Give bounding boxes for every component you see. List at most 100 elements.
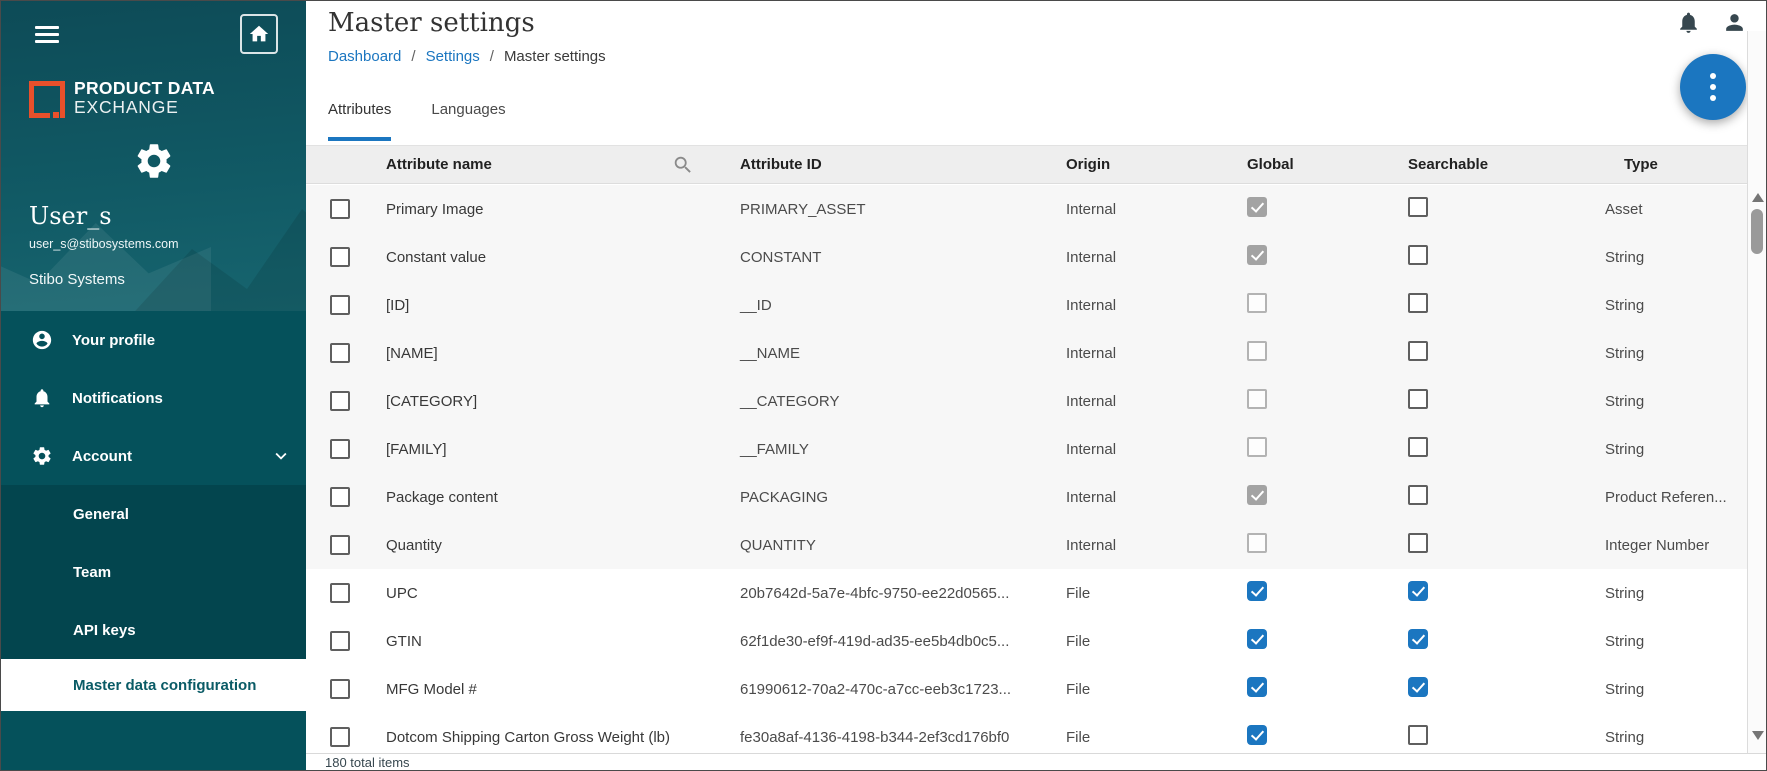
actions-fab-button[interactable]	[1680, 54, 1746, 120]
scroll-thumb[interactable]	[1751, 209, 1763, 254]
row-select-checkbox[interactable]	[330, 583, 350, 603]
cell-origin: Internal	[1054, 393, 1235, 410]
row-select-checkbox[interactable]	[330, 247, 350, 267]
cell-attribute-id: PACKAGING	[728, 489, 1054, 506]
global-checkbox[interactable]	[1247, 581, 1267, 601]
table-row: Primary ImagePRIMARY_ASSETInternalAsset	[306, 185, 1748, 233]
cell-origin: Internal	[1054, 489, 1235, 506]
row-select-checkbox[interactable]	[330, 343, 350, 363]
cell-attribute-name: Primary Image	[374, 201, 728, 218]
searchable-checkbox[interactable]	[1408, 197, 1428, 217]
gear-icon	[31, 445, 53, 467]
header-attribute-id: Attribute ID	[728, 156, 1054, 173]
cell-attribute-name: [FAMILY]	[374, 441, 728, 458]
cell-type: String	[1593, 249, 1748, 266]
cell-attribute-name: UPC	[374, 585, 728, 602]
breadcrumb-dashboard[interactable]: Dashboard	[328, 48, 401, 65]
cell-attribute-id: __ID	[728, 297, 1054, 314]
search-icon[interactable]	[672, 154, 694, 176]
cell-origin: Internal	[1054, 345, 1235, 362]
cell-type: String	[1593, 297, 1748, 314]
sidebar-item-general[interactable]: General	[1, 485, 306, 543]
notifications-bell-icon[interactable]	[1676, 10, 1701, 35]
tab-languages[interactable]: Languages	[431, 101, 505, 141]
table-header: Attribute name Attribute ID Origin Globa…	[306, 145, 1767, 184]
sidebar-item-master-data-configuration[interactable]: Master data configuration	[1, 659, 306, 711]
sidebar-item-api-keys[interactable]: API keys	[1, 601, 306, 659]
sidebar-nav: Your profile Notifications Account	[1, 311, 306, 485]
header-attribute-name: Attribute name	[374, 154, 728, 176]
global-checkbox[interactable]	[1247, 677, 1267, 697]
company-name: Stibo Systems	[29, 271, 125, 288]
account-submenu: General Team API keys Master data config…	[1, 485, 306, 711]
searchable-checkbox[interactable]	[1408, 437, 1428, 457]
tab-attributes[interactable]: Attributes	[328, 101, 391, 141]
searchable-checkbox[interactable]	[1408, 389, 1428, 409]
scroll-up-arrow-icon[interactable]	[1752, 193, 1764, 202]
searchable-checkbox[interactable]	[1408, 341, 1428, 361]
table-row: GTIN62f1de30-ef9f-419d-ad35-ee5b4db0c5..…	[306, 617, 1748, 665]
home-button[interactable]	[240, 14, 278, 54]
row-select-checkbox[interactable]	[330, 535, 350, 555]
global-checkbox[interactable]	[1247, 725, 1267, 745]
cell-attribute-name: [ID]	[374, 297, 728, 314]
sidebar-item-account[interactable]: Account	[1, 427, 306, 485]
table-row: Constant valueCONSTANTInternalString	[306, 233, 1748, 281]
cell-attribute-name: Package content	[374, 489, 728, 506]
row-select-checkbox[interactable]	[330, 295, 350, 315]
page-title: Master settings	[328, 8, 535, 38]
global-checkbox	[1247, 485, 1267, 505]
cell-attribute-id: PRIMARY_ASSET	[728, 201, 1054, 218]
header-type: Type	[1593, 156, 1767, 173]
searchable-checkbox[interactable]	[1408, 533, 1428, 553]
user-email: user_s@stibosystems.com	[29, 237, 179, 251]
sidebar-header: PRODUCT DATA EXCHANGE User_s user_s@stib…	[1, 1, 306, 311]
person-circle-icon	[31, 329, 53, 351]
settings-gear-icon	[133, 140, 175, 182]
cell-type: String	[1593, 633, 1748, 650]
scroll-down-arrow-icon[interactable]	[1752, 731, 1764, 740]
searchable-checkbox[interactable]	[1408, 725, 1428, 745]
row-select-checkbox[interactable]	[330, 727, 350, 747]
logo-line1: PRODUCT DATA	[74, 79, 215, 98]
user-name: User_s	[29, 202, 112, 230]
table-scrollbar[interactable]	[1747, 31, 1767, 753]
searchable-checkbox[interactable]	[1408, 293, 1428, 313]
table-footer: 180 total items	[306, 753, 1767, 771]
global-checkbox	[1247, 197, 1267, 217]
row-select-checkbox[interactable]	[330, 631, 350, 651]
cell-type: Product Referen...	[1593, 489, 1748, 506]
breadcrumb-current: Master settings	[504, 48, 606, 65]
global-checkbox	[1247, 245, 1267, 265]
row-select-checkbox[interactable]	[330, 487, 350, 507]
cell-origin: File	[1054, 681, 1235, 698]
searchable-checkbox[interactable]	[1408, 485, 1428, 505]
row-select-checkbox[interactable]	[330, 439, 350, 459]
global-checkbox[interactable]	[1247, 629, 1267, 649]
cell-origin: Internal	[1054, 297, 1235, 314]
row-select-checkbox[interactable]	[330, 199, 350, 219]
global-checkbox	[1247, 533, 1267, 553]
searchable-checkbox[interactable]	[1408, 629, 1428, 649]
sidebar-item-your-profile[interactable]: Your profile	[1, 311, 306, 369]
searchable-checkbox[interactable]	[1408, 581, 1428, 601]
cell-attribute-name: Constant value	[374, 249, 728, 266]
cell-attribute-id: CONSTANT	[728, 249, 1054, 266]
sidebar-filler	[1, 711, 306, 771]
table-row: [CATEGORY]__CATEGORYInternalString	[306, 377, 1748, 425]
user-profile-icon[interactable]	[1722, 10, 1747, 35]
row-select-checkbox[interactable]	[330, 679, 350, 699]
sidebar-item-team[interactable]: Team	[1, 543, 306, 601]
menu-icon[interactable]	[35, 26, 59, 43]
global-checkbox	[1247, 293, 1267, 313]
cell-attribute-name: [NAME]	[374, 345, 728, 362]
searchable-checkbox[interactable]	[1408, 245, 1428, 265]
app-window: PRODUCT DATA EXCHANGE User_s user_s@stib…	[0, 0, 1767, 771]
row-select-checkbox[interactable]	[330, 391, 350, 411]
sidebar-item-notifications[interactable]: Notifications	[1, 369, 306, 427]
cell-origin: File	[1054, 585, 1235, 602]
cell-attribute-id: __NAME	[728, 345, 1054, 362]
bell-icon	[31, 387, 53, 409]
breadcrumb-settings[interactable]: Settings	[426, 48, 480, 65]
searchable-checkbox[interactable]	[1408, 677, 1428, 697]
